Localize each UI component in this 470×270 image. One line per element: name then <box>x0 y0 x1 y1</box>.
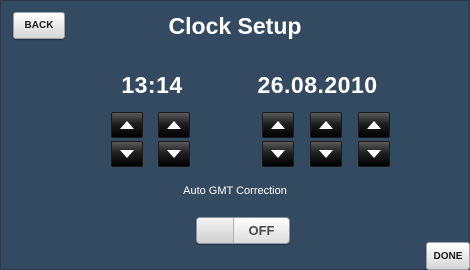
time-display: 13:14 <box>121 72 183 98</box>
hour-down-button[interactable] <box>111 141 143 167</box>
triangle-down-icon <box>367 150 381 158</box>
day-up-button[interactable] <box>262 112 294 138</box>
toggle-state-label: OFF <box>248 223 275 238</box>
triangle-down-icon <box>271 150 285 158</box>
date-display: 26.08.2010 <box>257 72 378 98</box>
minute-up-button[interactable] <box>158 112 190 138</box>
toggle-knob[interactable] <box>197 218 234 243</box>
triangle-up-icon <box>271 121 285 129</box>
minute-down-button[interactable] <box>158 141 190 167</box>
done-button[interactable]: DONE <box>426 242 470 270</box>
auto-gmt-label: Auto GMT Correction <box>183 185 287 197</box>
triangle-up-icon <box>367 121 381 129</box>
hour-up-button[interactable] <box>111 112 143 138</box>
year-down-button[interactable] <box>358 141 390 167</box>
day-down-button[interactable] <box>262 141 294 167</box>
triangle-down-icon <box>319 150 333 158</box>
page-title: Clock Setup <box>168 13 302 39</box>
clock-setup-screen: BACK Clock Setup 13:14 26.08.2010 Auto G… <box>0 0 470 270</box>
month-up-button[interactable] <box>310 112 342 138</box>
triangle-up-icon <box>120 121 134 129</box>
triangle-down-icon <box>167 150 181 158</box>
month-down-button[interactable] <box>310 141 342 167</box>
triangle-up-icon <box>319 121 333 129</box>
year-up-button[interactable] <box>358 112 390 138</box>
triangle-down-icon <box>120 150 134 158</box>
triangle-up-icon <box>167 121 181 129</box>
auto-gmt-toggle[interactable]: OFF <box>196 217 290 244</box>
